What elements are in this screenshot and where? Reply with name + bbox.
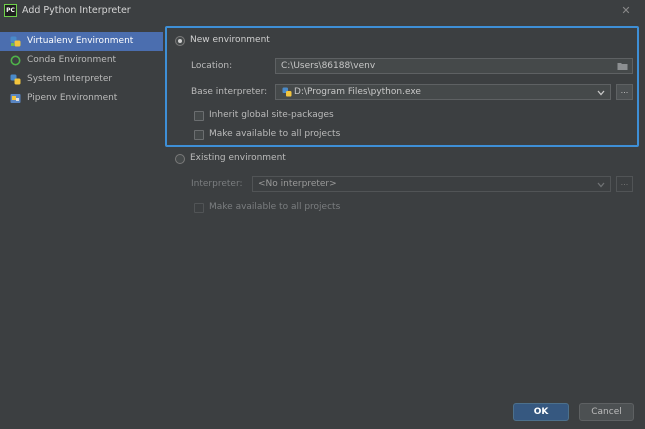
- chevron-down-icon[interactable]: [597, 181, 605, 188]
- title-bar: PC Add Python Interpreter ✕: [0, 0, 645, 22]
- interpreter-label: Interpreter:: [191, 179, 243, 189]
- location-label: Location:: [191, 61, 233, 71]
- make-available-checkbox[interactable]: [194, 130, 204, 140]
- sidebar-item-virtualenv[interactable]: Virtualenv Environment: [0, 32, 163, 51]
- folder-icon[interactable]: [617, 61, 628, 71]
- existing-make-available-checkbox[interactable]: [194, 203, 204, 213]
- location-field[interactable]: C:\Users\86188\venv: [275, 58, 633, 74]
- virtualenv-icon: [10, 36, 21, 47]
- inherit-site-packages-checkbox[interactable]: [194, 111, 204, 121]
- cancel-button[interactable]: Cancel: [579, 403, 634, 421]
- sidebar-item-label: Conda Environment: [27, 55, 117, 65]
- inherit-site-packages-label: Inherit global site-packages: [209, 110, 334, 120]
- sidebar-item-system[interactable]: System Interpreter: [0, 70, 163, 89]
- location-value: C:\Users\86188\venv: [281, 61, 376, 71]
- interpreter-browse-button[interactable]: ...: [616, 176, 633, 192]
- window-title: Add Python Interpreter: [22, 5, 131, 16]
- ok-button[interactable]: OK: [513, 403, 569, 421]
- existing-environment-radio[interactable]: [175, 154, 185, 164]
- conda-icon: [10, 55, 21, 66]
- sidebar: Virtualenv Environment Conda Environment…: [0, 28, 163, 429]
- interpreter-value: <No interpreter>: [258, 179, 337, 189]
- make-available-label: Make available to all projects: [209, 129, 341, 139]
- sidebar-item-label: Pipenv Environment: [27, 93, 118, 103]
- pipenv-icon: [10, 93, 21, 104]
- new-environment-radio[interactable]: [175, 36, 185, 46]
- sidebar-item-conda[interactable]: Conda Environment: [0, 51, 163, 70]
- interpreter-select[interactable]: <No interpreter>: [252, 176, 611, 192]
- pycharm-icon: PC: [4, 4, 17, 17]
- existing-environment-label: Existing environment: [190, 153, 286, 163]
- new-environment-label: New environment: [190, 35, 270, 45]
- existing-make-available-label: Make available to all projects: [209, 202, 341, 212]
- base-interpreter-label: Base interpreter:: [191, 87, 268, 97]
- close-button[interactable]: ✕: [618, 3, 634, 19]
- base-interpreter-browse-button[interactable]: ...: [616, 84, 633, 100]
- sidebar-item-pipenv[interactable]: Pipenv Environment: [0, 89, 163, 108]
- python-icon: [282, 87, 292, 97]
- sidebar-item-label: Virtualenv Environment: [27, 36, 134, 46]
- sidebar-item-label: System Interpreter: [27, 74, 113, 84]
- chevron-down-icon[interactable]: [597, 89, 605, 96]
- base-interpreter-value: D:\Program Files\python.exe: [294, 87, 421, 97]
- python-icon: [10, 74, 21, 85]
- base-interpreter-select[interactable]: D:\Program Files\python.exe: [275, 84, 611, 100]
